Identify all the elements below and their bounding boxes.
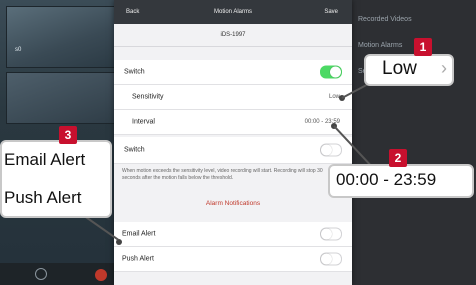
panel-title: Motion Alarms xyxy=(213,9,252,15)
callout-notifications: Email Alert Push Alert xyxy=(0,140,112,218)
callout-sensitivity: Low › xyxy=(364,54,454,86)
sensitivity-label: Sensitivity xyxy=(132,93,164,101)
motion-note: When motion exceeds the sensitivity leve… xyxy=(122,168,323,181)
callout-interval-text: 00:00 - 23:59 xyxy=(336,170,437,189)
callout-interval: 00:00 - 23:59 xyxy=(328,164,474,198)
motion-switch-toggle[interactable] xyxy=(320,65,342,79)
push-alert-toggle[interactable] xyxy=(320,252,342,266)
switch-label-2: Switch xyxy=(124,146,145,154)
bottom-toolbar xyxy=(0,263,118,285)
snapshot-icon[interactable] xyxy=(35,268,47,280)
camera-preview[interactable]: s0 xyxy=(6,6,116,68)
device-name: iDS-1997 xyxy=(114,24,352,47)
email-alert-label: Email Alert xyxy=(122,230,156,238)
record-icon[interactable] xyxy=(95,269,107,281)
save-button[interactable]: Save xyxy=(324,9,338,15)
callout-badge-2: 2 xyxy=(389,149,407,167)
callout-sensitivity-text: Low xyxy=(382,58,417,79)
camera-label: s0 xyxy=(15,47,22,53)
callout-badge-3: 3 xyxy=(59,126,77,144)
callout-push-alert-text: Push Alert xyxy=(4,188,82,207)
motion-alarms-panel: Back Motion Alarms Save iDS-1997 Switch … xyxy=(114,0,352,285)
sensitivity-row[interactable]: Sensitivity Low xyxy=(114,85,352,110)
chevron-right-icon: › xyxy=(441,58,447,78)
push-alert-label: Push Alert xyxy=(122,255,154,263)
interval-label: Interval xyxy=(132,118,155,126)
push-alert-row: Push Alert xyxy=(114,247,352,272)
record-switch-toggle[interactable] xyxy=(320,143,342,157)
switch-row-2: Switch xyxy=(114,137,352,164)
menu-item-motion-alarms[interactable]: Motion Alarms xyxy=(358,42,402,49)
menu-item-recorded-videos[interactable]: Recorded Videos xyxy=(358,16,412,23)
camera-preview-secondary[interactable] xyxy=(6,72,116,124)
email-alert-row: Email Alert xyxy=(114,222,352,247)
panel-header: Back Motion Alarms Save xyxy=(114,0,352,24)
switch-label: Switch xyxy=(124,68,145,76)
callout-email-alert-text: Email Alert xyxy=(4,150,86,169)
email-alert-toggle[interactable] xyxy=(320,227,342,241)
interval-row[interactable]: Interval 00:00 - 23:59 xyxy=(114,110,352,135)
callout-badge-1: 1 xyxy=(414,38,432,56)
switch-row: Switch xyxy=(114,60,352,85)
alarm-notifications-heading: Alarm Notifications xyxy=(205,200,261,207)
